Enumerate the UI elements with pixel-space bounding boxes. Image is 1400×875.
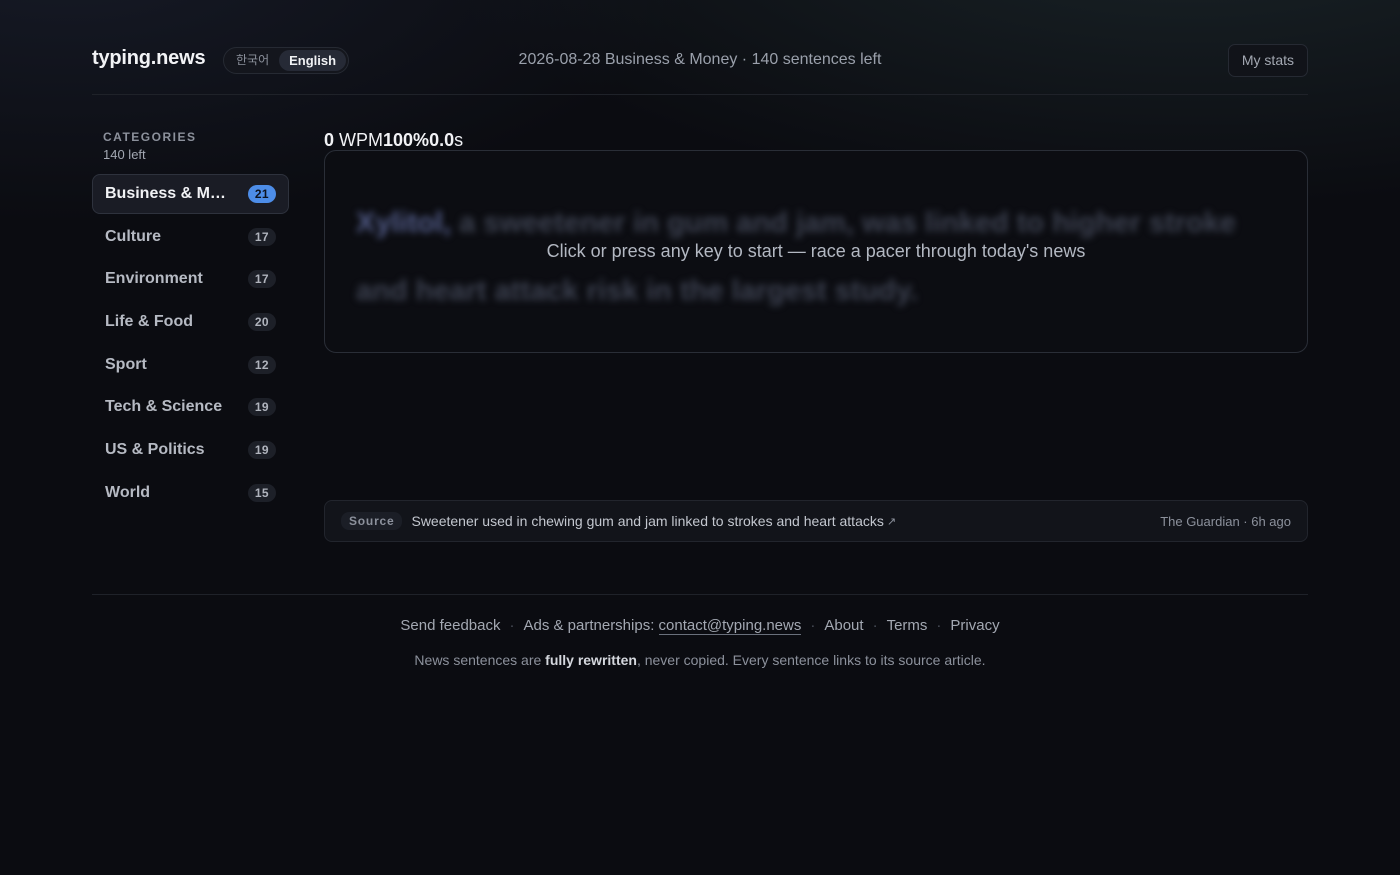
category-label: US & Politics: [105, 441, 205, 459]
footer-note: News sentences are fully rewritten, neve…: [92, 652, 1308, 668]
sidebar-item-tech-science[interactable]: Tech & Science 19: [92, 387, 289, 427]
typing-area[interactable]: Xylitol, a sweetener in gum and jam, was…: [324, 150, 1308, 353]
category-count: 21: [247, 185, 276, 203]
category-label: Culture: [105, 227, 161, 245]
category-count: 17: [247, 270, 276, 289]
sidebar-item-us-politics[interactable]: US & Politics 19: [92, 430, 289, 470]
source-badge: Source: [341, 512, 403, 530]
category-list: Business & Money 21 Culture 17 Environme…: [92, 174, 289, 513]
main: 0 WPM100%0.0s Xylitol, a sweetener in gu…: [324, 130, 1308, 542]
header: typing.news 한국어 English 2026-08-28 Busin…: [92, 0, 1308, 95]
about-link[interactable]: About: [824, 617, 863, 634]
separator: ·: [509, 617, 515, 634]
my-stats-button[interactable]: My stats: [1227, 44, 1308, 77]
category-label: Sport: [105, 355, 147, 373]
category-count: 20: [247, 313, 276, 332]
category-count: 19: [247, 441, 276, 460]
categories-left: 140 left: [103, 147, 146, 162]
sidebar-item-culture[interactable]: Culture 17: [92, 217, 289, 257]
sidebar: CATEGORIES 140 left Business & Money 21 …: [92, 130, 289, 516]
sidebar-item-world[interactable]: World 15: [92, 473, 289, 513]
note-prefix: News sentences are: [414, 652, 546, 668]
send-feedback-link[interactable]: Send feedback: [400, 617, 500, 634]
sidebar-item-business-money[interactable]: Business & Money 21: [92, 174, 289, 214]
sidebar-item-environment[interactable]: Environment 17: [92, 259, 289, 299]
separator: ·: [872, 617, 878, 634]
category-count: 17: [247, 227, 276, 246]
wpm-value: 0: [324, 130, 335, 150]
header-info: 2026-08-28 Business & Money · 140 senten…: [518, 51, 882, 68]
sidebar-item-sport[interactable]: Sport 12: [92, 345, 289, 385]
start-prompt: Click or press any key to start — race a…: [546, 241, 1086, 261]
separator: ·: [936, 617, 942, 634]
source-link[interactable]: Sweetener used in chewing gum and jam li…: [411, 513, 883, 529]
categories-title: CATEGORIES: [103, 130, 197, 144]
privacy-link[interactable]: Privacy: [950, 617, 999, 634]
note-bold: fully rewritten: [545, 652, 637, 668]
time-value: 0.0: [429, 130, 455, 150]
footer: Send feedback · Ads & partnerships: contac…: [92, 594, 1308, 668]
footer-links: Send feedback · Ads & partnerships: contac…: [92, 617, 1308, 635]
categories-header: CATEGORIES 140 left: [92, 130, 289, 162]
source-meta: The Guardian · 6h ago: [1160, 513, 1291, 529]
category-label: Environment: [105, 270, 203, 288]
wpm-unit: WPM: [334, 130, 384, 150]
category-label: World: [105, 483, 151, 501]
category-label: Tech & Science: [105, 398, 223, 416]
terms-link[interactable]: Terms: [887, 617, 928, 634]
separator: ·: [810, 617, 816, 634]
category-count: 15: [247, 483, 276, 502]
category-label: Life & Food: [105, 313, 193, 331]
accuracy-value: 100%: [383, 130, 430, 150]
ads-label: Ads & partnerships:: [523, 617, 659, 634]
external-link-icon[interactable]: ↗: [887, 515, 896, 528]
category-count: 12: [247, 355, 276, 374]
source-bar: Source Sweetener used in chewing gum and…: [324, 500, 1308, 542]
page: typing.news 한국어 English 2026-08-28 Busin…: [92, 0, 1308, 668]
sidebar-item-life-food[interactable]: Life & Food 20: [92, 302, 289, 342]
contact-email-link[interactable]: contact@typing.news: [658, 617, 802, 635]
metrics-bar: 0 WPM100%0.0s: [324, 130, 1308, 150]
category-label: Business & Money: [105, 185, 235, 202]
note-suffix: , never copied. Every sentence links to …: [636, 652, 986, 668]
time-unit: s: [454, 130, 464, 150]
category-count: 19: [247, 398, 276, 417]
sentence-first-word: Xylitol,: [356, 207, 452, 239]
